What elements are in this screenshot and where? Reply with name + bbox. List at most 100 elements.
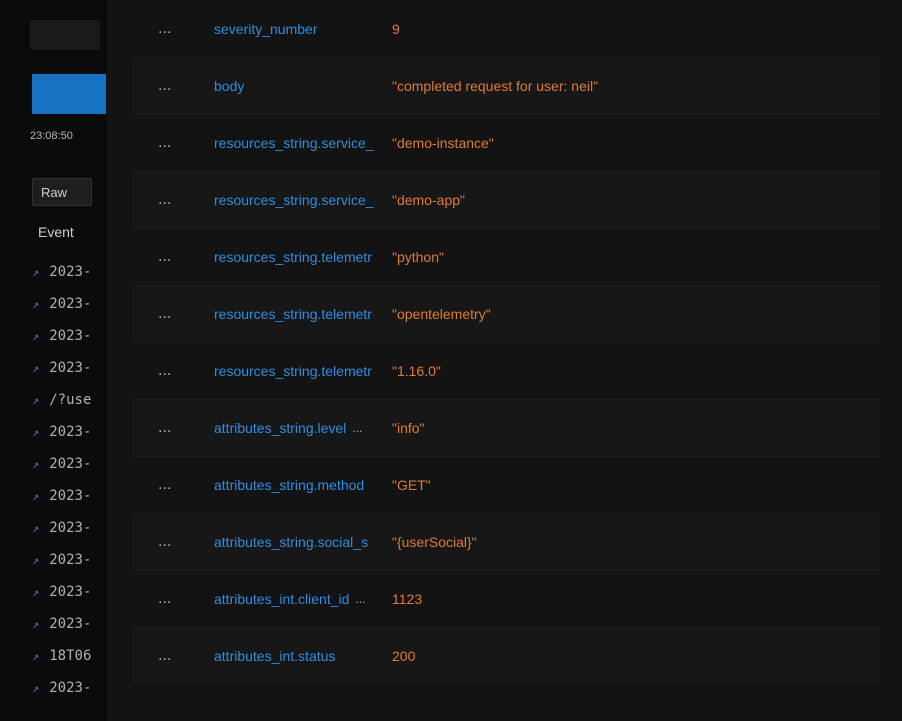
field-actions-menu[interactable]: ... — [158, 20, 214, 38]
event-row[interactable]: ↗2023- — [32, 512, 91, 544]
event-row[interactable]: ↗ 2023- — [32, 672, 91, 704]
expand-icon[interactable]: ↗ — [32, 256, 39, 288]
field-value[interactable]: 200 — [392, 648, 415, 664]
field-table: ...severity_number9...body"completed req… — [132, 0, 880, 691]
field-key[interactable]: resources_string.telemetr — [214, 363, 372, 379]
event-text: 2023- — [49, 256, 91, 288]
search-placeholder-box[interactable] — [30, 20, 100, 50]
field-key-cell: resources_string.service_ — [214, 192, 392, 208]
field-actions-menu[interactable]: ... — [158, 419, 214, 437]
expand-icon[interactable]: ↗ — [32, 544, 39, 576]
event-text: 18T06 — [49, 640, 91, 672]
expand-icon[interactable]: ↗ — [32, 416, 39, 448]
event-row[interactable]: ↗ 2023- — [32, 480, 91, 512]
expand-icon[interactable]: ↗ — [32, 352, 39, 384]
expand-icon[interactable]: ↗ — [32, 384, 39, 416]
field-actions-menu[interactable]: ... — [158, 305, 214, 323]
field-key[interactable]: resources_string.service_ — [214, 135, 374, 151]
field-value[interactable]: "1.16.0" — [392, 363, 441, 379]
field-value[interactable]: 1123 — [392, 591, 422, 607]
event-text: 2023- — [49, 544, 91, 576]
field-actions-menu[interactable]: ... — [158, 647, 214, 665]
field-key-truncation-icon: ... — [352, 421, 362, 435]
field-row: ...resources_string.telemetr "opentelemet… — [132, 285, 880, 342]
expand-icon[interactable]: ↗ — [32, 448, 39, 480]
event-text: 2023- — [49, 608, 91, 640]
left-column: 23:08:50 Raw Event ↗ 2023- ↗ 2023- ↗ 2023- ↗ 20… — [0, 0, 107, 721]
expand-icon[interactable]: ↗ — [32, 288, 39, 320]
field-row: ...resources_string.service_ "demo-app" — [132, 171, 880, 228]
event-text: 2023- — [49, 320, 91, 352]
expand-icon[interactable]: ↗ — [32, 512, 39, 544]
field-row: ...attributes_string.method "GET" — [132, 456, 880, 513]
expand-icon[interactable]: ↗ — [32, 608, 39, 640]
field-key-cell: severity_number — [214, 21, 392, 37]
field-value[interactable]: 9 — [392, 21, 400, 37]
raw-tab-button[interactable]: Raw — [32, 178, 92, 206]
field-row: ...attributes_string.social_s "{userSocia… — [132, 513, 880, 570]
field-key-cell: attributes_string.level... — [214, 420, 392, 436]
field-row: ...severity_number 9 — [132, 0, 880, 57]
expand-icon[interactable]: ↗ — [32, 576, 39, 608]
expand-icon[interactable]: ↗ — [32, 320, 39, 352]
field-key[interactable]: severity_number — [214, 21, 318, 37]
field-key[interactable]: attributes_int.status — [214, 648, 335, 664]
field-actions-menu[interactable]: ... — [158, 191, 214, 209]
field-actions-menu[interactable]: ... — [158, 134, 214, 152]
time-axis-label: 23:08:50 — [30, 130, 73, 142]
field-key[interactable]: attributes_string.social_s — [214, 534, 368, 550]
field-key[interactable]: attributes_string.level — [214, 420, 346, 436]
field-key-cell: attributes_int.client_id... — [214, 591, 392, 607]
field-key[interactable]: attributes_int.client_id — [214, 591, 349, 607]
field-row: ...resources_string.telemetr "1.16.0" — [132, 342, 880, 399]
event-row[interactable]: ↗ 2023- — [32, 288, 91, 320]
event-row[interactable]: ↗2023- — [32, 448, 91, 480]
field-key[interactable]: attributes_string.method — [214, 477, 364, 493]
event-row[interactable]: ↗ 2023- — [32, 544, 91, 576]
field-key-cell: attributes_string.social_s — [214, 534, 392, 550]
event-column-header: Event — [38, 224, 74, 240]
field-key-cell: resources_string.telemetr — [214, 249, 392, 265]
event-list: ↗2023-↗2023-↗2023-↗2023-↗/?use↗2023-↗202… — [32, 256, 91, 704]
field-key[interactable]: resources_string.telemetr — [214, 306, 372, 322]
field-key[interactable]: resources_string.telemetr — [214, 249, 372, 265]
event-text: 2023- — [49, 480, 91, 512]
event-row[interactable]: ↗/?use — [32, 384, 91, 416]
event-row[interactable]: ↗2023- — [32, 352, 91, 384]
event-text: 2023- — [49, 672, 91, 704]
event-row[interactable]: ↗2023- — [32, 576, 91, 608]
event-row[interactable]: ↗ 2023- — [32, 256, 91, 288]
field-key-cell: body — [214, 78, 392, 94]
field-key[interactable]: resources_string.service_ — [214, 192, 374, 208]
field-actions-menu[interactable]: ... — [158, 533, 214, 551]
event-row[interactable]: ↗ 2023- — [32, 608, 91, 640]
detail-panel: ...severity_number9...body"completed req… — [107, 0, 902, 721]
field-row: ...body "completed request for user: neil… — [132, 57, 880, 114]
field-value[interactable]: "python" — [392, 249, 444, 265]
field-row: ...resources_string.service_ "demo-instan… — [132, 114, 880, 171]
field-row: ...attributes_int.status 200 — [132, 627, 880, 684]
field-actions-menu[interactable]: ... — [158, 590, 214, 608]
field-value[interactable]: "demo-instance" — [392, 135, 494, 151]
expand-icon[interactable]: ↗ — [32, 672, 39, 704]
histogram-bar[interactable] — [32, 74, 106, 114]
field-key[interactable]: body — [214, 78, 244, 94]
expand-icon[interactable]: ↗ — [32, 640, 39, 672]
field-actions-menu[interactable]: ... — [158, 476, 214, 494]
event-row[interactable]: ↗2023- — [32, 416, 91, 448]
field-row: ...attributes_int.client_id...1123 — [132, 570, 880, 627]
event-text: 2023- — [49, 288, 91, 320]
field-value[interactable]: "info" — [392, 420, 425, 436]
field-actions-menu[interactable]: ... — [158, 77, 214, 95]
field-value[interactable]: "demo-app" — [392, 192, 465, 208]
field-value[interactable]: "{userSocial}" — [392, 534, 477, 550]
event-row[interactable]: ↗ 2023- — [32, 320, 91, 352]
field-value[interactable]: "completed request for user: neil" — [392, 78, 598, 94]
field-key-cell: resources_string.telemetr — [214, 306, 392, 322]
event-row[interactable]: ↗ 18T06 — [32, 640, 91, 672]
field-actions-menu[interactable]: ... — [158, 362, 214, 380]
field-value[interactable]: "opentelemetry" — [392, 306, 491, 322]
expand-icon[interactable]: ↗ — [32, 480, 39, 512]
field-value[interactable]: "GET" — [392, 477, 431, 493]
field-actions-menu[interactable]: ... — [158, 248, 214, 266]
